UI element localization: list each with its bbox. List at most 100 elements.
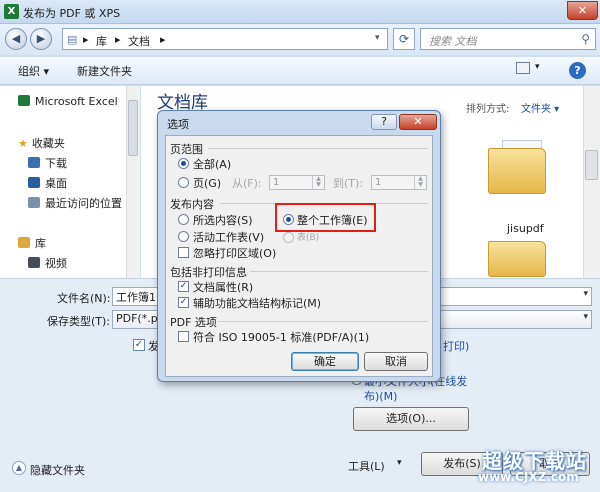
excel-icon bbox=[18, 95, 30, 106]
video-icon bbox=[28, 257, 40, 268]
hide-folders-button[interactable]: 隐藏文件夹 bbox=[30, 462, 85, 478]
nav-item-label: Microsoft Excel bbox=[35, 95, 118, 108]
dialog-cancel-button[interactable]: 取消 bbox=[364, 352, 428, 371]
breadcrumb-separator: ▸ bbox=[160, 33, 166, 46]
watermark-url: www.CJXZ.com bbox=[478, 470, 579, 484]
chevron-down-icon[interactable]: ▾ bbox=[535, 62, 540, 72]
all-pages-radio[interactable] bbox=[178, 158, 189, 169]
breadcrumb-separator: ▸ bbox=[115, 33, 121, 46]
nav-item-label: 视频 bbox=[45, 257, 67, 270]
table-radio[interactable] bbox=[283, 232, 294, 243]
star-icon: ★ bbox=[18, 137, 28, 150]
ignore-print-areas-checkbox[interactable] bbox=[178, 247, 189, 258]
chevron-down-icon[interactable]: ▾ bbox=[583, 312, 588, 322]
folder-icon bbox=[488, 241, 546, 277]
options-button[interactable]: 选项(O)... bbox=[353, 407, 469, 431]
chevron-down-icon[interactable]: ▾ bbox=[397, 458, 402, 468]
breadcrumb[interactable]: ▤ ▸ 库 ▸ 文档 ▸ ▾ bbox=[62, 28, 388, 50]
folder-label[interactable]: jisupdf bbox=[507, 222, 544, 235]
selection-radio[interactable] bbox=[178, 214, 189, 225]
options-dialog: 选项 ? ✕ 页范围 全部(A) 页(G) 从(F): 1 ▲ ▼ 到(T): 1… bbox=[157, 110, 441, 382]
from-page-stepper[interactable]: 1 ▲ ▼ bbox=[269, 175, 325, 190]
nav-item-label: 收藏夹 bbox=[31, 137, 65, 150]
all-pages-label: 全部(A) bbox=[193, 158, 232, 171]
new-folder-button[interactable]: 新建文件夹 bbox=[77, 63, 132, 79]
active-sheets-radio[interactable] bbox=[178, 231, 189, 242]
folder-item[interactable] bbox=[488, 241, 546, 277]
stepper-arrows-icon[interactable]: ▲ ▼ bbox=[414, 176, 426, 189]
chevron-down-icon[interactable]: ▾ bbox=[583, 289, 588, 299]
ok-button[interactable]: 确定 bbox=[291, 352, 359, 371]
divider bbox=[250, 271, 428, 272]
search-placeholder: 搜索 文档 bbox=[429, 35, 477, 48]
nav-item-label: 库 bbox=[35, 237, 46, 250]
accessibility-tags-checkbox[interactable]: ✓ bbox=[178, 297, 189, 308]
main-scrollbar-thumb[interactable] bbox=[585, 150, 598, 180]
print-option-fragment: 打印) bbox=[443, 340, 470, 353]
nav-scrollbar-thumb[interactable] bbox=[128, 100, 138, 156]
breadcrumb-library[interactable]: 库 bbox=[96, 33, 107, 49]
folder-icon bbox=[488, 148, 546, 194]
document-properties-label: 文档属性(R) bbox=[193, 281, 254, 294]
dialog-help-button[interactable]: ? bbox=[371, 114, 397, 130]
navigation-pane: Microsoft Excel ★ 收藏夹 下载 桌面 最近访问的位置 库 视频 bbox=[0, 86, 140, 278]
breadcrumb-separator: ▸ bbox=[83, 33, 89, 46]
folder-location-icon: ▤ bbox=[67, 33, 78, 46]
open-after-publish-checkbox[interactable]: ✓ bbox=[133, 339, 145, 351]
search-icon: ⚲ bbox=[581, 32, 590, 46]
back-icon[interactable]: ◀ bbox=[5, 28, 27, 50]
search-input[interactable]: 搜索 文档 ⚲ bbox=[420, 28, 596, 50]
page-range-label: 页(G) bbox=[193, 177, 222, 190]
to-page-value: 1 bbox=[375, 177, 382, 188]
selection-label: 所选内容(S) bbox=[193, 214, 253, 227]
iso-compliant-label: 符合 ISO 19005-1 标准(PDF/A)(1) bbox=[193, 331, 370, 344]
folder-item-jisupdf[interactable] bbox=[484, 134, 564, 234]
download-folder-icon bbox=[28, 157, 40, 168]
recent-places-icon bbox=[28, 197, 40, 208]
title-bar: X 发布为 PDF 或 XPS bbox=[0, 0, 600, 24]
nav-item-label: 下载 bbox=[45, 157, 67, 170]
view-icon[interactable] bbox=[516, 62, 530, 74]
iso-compliant-checkbox[interactable] bbox=[178, 331, 189, 342]
nav-item-recent[interactable]: 最近访问的位置 bbox=[28, 195, 122, 211]
forward-icon[interactable]: ▶ bbox=[30, 28, 52, 50]
nav-item-libraries[interactable]: 库 bbox=[18, 235, 46, 251]
nav-item-label: 桌面 bbox=[45, 177, 67, 190]
breadcrumb-documents[interactable]: 文档 bbox=[128, 33, 150, 49]
main-scrollbar[interactable] bbox=[583, 86, 600, 278]
page-range-radio[interactable] bbox=[178, 177, 189, 188]
help-icon[interactable]: ? bbox=[569, 62, 586, 79]
chevron-up-icon[interactable]: ▲ bbox=[12, 461, 26, 475]
nav-item-desktop[interactable]: 桌面 bbox=[28, 175, 67, 191]
library-icon bbox=[18, 237, 30, 248]
nav-item-excel[interactable]: Microsoft Excel bbox=[18, 95, 118, 108]
dialog-close-button[interactable]: ✕ bbox=[399, 114, 437, 130]
stepper-arrows-icon[interactable]: ▲ ▼ bbox=[312, 176, 324, 189]
nav-item-videos[interactable]: 视频 bbox=[28, 255, 67, 271]
nav-item-favorites[interactable]: ★ 收藏夹 bbox=[18, 135, 65, 151]
filename-label: 文件名(N): bbox=[57, 292, 111, 305]
options-dialog-title: 选项 bbox=[167, 118, 189, 131]
sort-label: 排列方式: bbox=[466, 104, 510, 115]
from-label: 从(F): bbox=[232, 177, 262, 190]
tools-button[interactable]: 工具(L) bbox=[348, 458, 385, 474]
window-title: 发布为 PDF 或 XPS bbox=[23, 7, 121, 20]
page-range-title: 页范围 bbox=[170, 143, 203, 156]
pdf-options-title: PDF 选项 bbox=[170, 316, 217, 329]
sort-dropdown[interactable]: 文件夹 ▾ bbox=[521, 100, 559, 115]
nav-item-downloads[interactable]: 下载 bbox=[28, 155, 67, 171]
highlight-annotation bbox=[275, 203, 376, 232]
to-page-stepper[interactable]: 1 ▲ ▼ bbox=[371, 175, 427, 190]
divider bbox=[218, 321, 428, 322]
chevron-down-icon[interactable]: ▾ bbox=[375, 33, 380, 43]
refresh-icon[interactable]: ⟳ bbox=[393, 28, 415, 50]
document-properties-checkbox[interactable]: ✓ bbox=[178, 281, 189, 292]
window-close-button[interactable]: ✕ bbox=[567, 1, 598, 20]
accessibility-tags-label: 辅助功能文档结构标记(M) bbox=[193, 297, 322, 310]
nav-item-label: 最近访问的位置 bbox=[45, 197, 122, 210]
publish-what-title: 发布内容 bbox=[170, 198, 214, 211]
excel-app-icon: X bbox=[4, 4, 19, 19]
filetype-label: 保存类型(T): bbox=[47, 315, 111, 328]
min-size-label-line2: 布)(M) bbox=[364, 390, 398, 403]
organize-button[interactable]: 组织 ▾ bbox=[18, 63, 49, 79]
